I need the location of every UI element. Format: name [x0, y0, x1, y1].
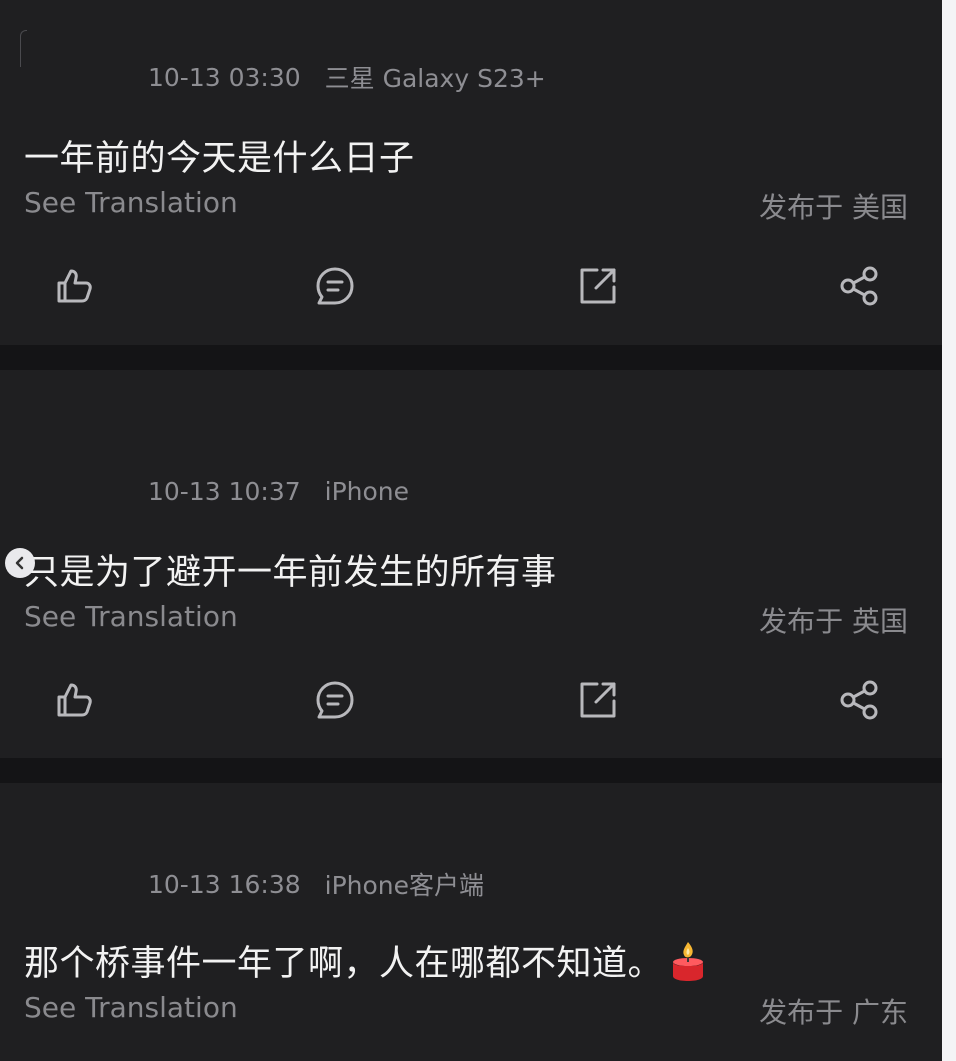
post-device: 三星 Galaxy S23+: [324, 64, 546, 93]
like-icon: [57, 683, 92, 717]
post-card: 10-13 16:38 iPhone客户端 那个桥事件一年了啊，人在哪都不知道。…: [0, 783, 942, 1061]
repost-icon: [580, 682, 616, 718]
post-text: 一年前的今天是什么日子: [24, 130, 415, 181]
comment-icon: [316, 681, 354, 719]
like-button[interactable]: [52, 264, 96, 308]
see-translation-link[interactable]: See Translation: [24, 186, 238, 219]
post-timestamp: 10-13 10:37: [148, 476, 301, 506]
repost-button[interactable]: [576, 678, 620, 722]
post-text-content: 那个桥事件一年了啊，人在哪都不知道。: [24, 944, 664, 984]
post-timestamp: 10-13 16:38: [148, 869, 301, 899]
comment-button[interactable]: [313, 678, 357, 722]
post-timestamp: 10-13 03:30: [148, 62, 301, 92]
post-device: iPhone: [324, 476, 410, 506]
avatar-placeholder: [20, 30, 27, 67]
action-bar: [0, 256, 942, 316]
scrollbar-track: [942, 0, 956, 1061]
post-meta: 10-13 16:38 iPhone客户端: [148, 867, 484, 901]
chevron-left-icon: [15, 556, 24, 570]
like-button[interactable]: [52, 678, 96, 722]
see-translation-link[interactable]: See Translation: [24, 600, 238, 633]
post-text: 只是为了避开一年前发生的所有事: [24, 544, 557, 595]
repost-icon: [580, 268, 616, 304]
post-location: 发布于 广东: [759, 996, 908, 1029]
share-button[interactable]: [838, 264, 882, 308]
repost-button[interactable]: [576, 264, 620, 308]
candle-emoji-icon: [673, 941, 704, 981]
see-translation-link[interactable]: See Translation: [24, 991, 238, 1024]
post-card: 10-13 03:30 三星 Galaxy S23+ 一年前的今天是什么日子 S…: [0, 0, 942, 345]
back-handle[interactable]: [5, 548, 35, 578]
post-text: 那个桥事件一年了啊，人在哪都不知道。: [24, 935, 707, 986]
post-card: 10-13 10:37 iPhone 只是为了避开一年前发生的所有事 See T…: [0, 370, 942, 758]
post-text-content: 一年前的今天是什么日子: [24, 139, 415, 179]
comment-button[interactable]: [313, 264, 357, 308]
post-meta: 10-13 10:37 iPhone: [148, 474, 409, 508]
post-text-content: 只是为了避开一年前发生的所有事: [24, 553, 557, 593]
share-icon: [840, 680, 878, 720]
share-button[interactable]: [838, 678, 882, 722]
like-icon: [57, 269, 92, 303]
post-meta: 10-13 03:30 三星 Galaxy S23+: [148, 60, 546, 94]
post-location: 发布于 美国: [759, 191, 908, 224]
post-feed: 10-13 03:30 三星 Galaxy S23+ 一年前的今天是什么日子 S…: [0, 0, 942, 1061]
post-location: 发布于 英国: [759, 605, 908, 638]
share-icon: [840, 266, 878, 306]
action-bar: [0, 670, 942, 730]
comment-icon: [316, 267, 354, 305]
post-device: iPhone客户端: [324, 871, 485, 900]
